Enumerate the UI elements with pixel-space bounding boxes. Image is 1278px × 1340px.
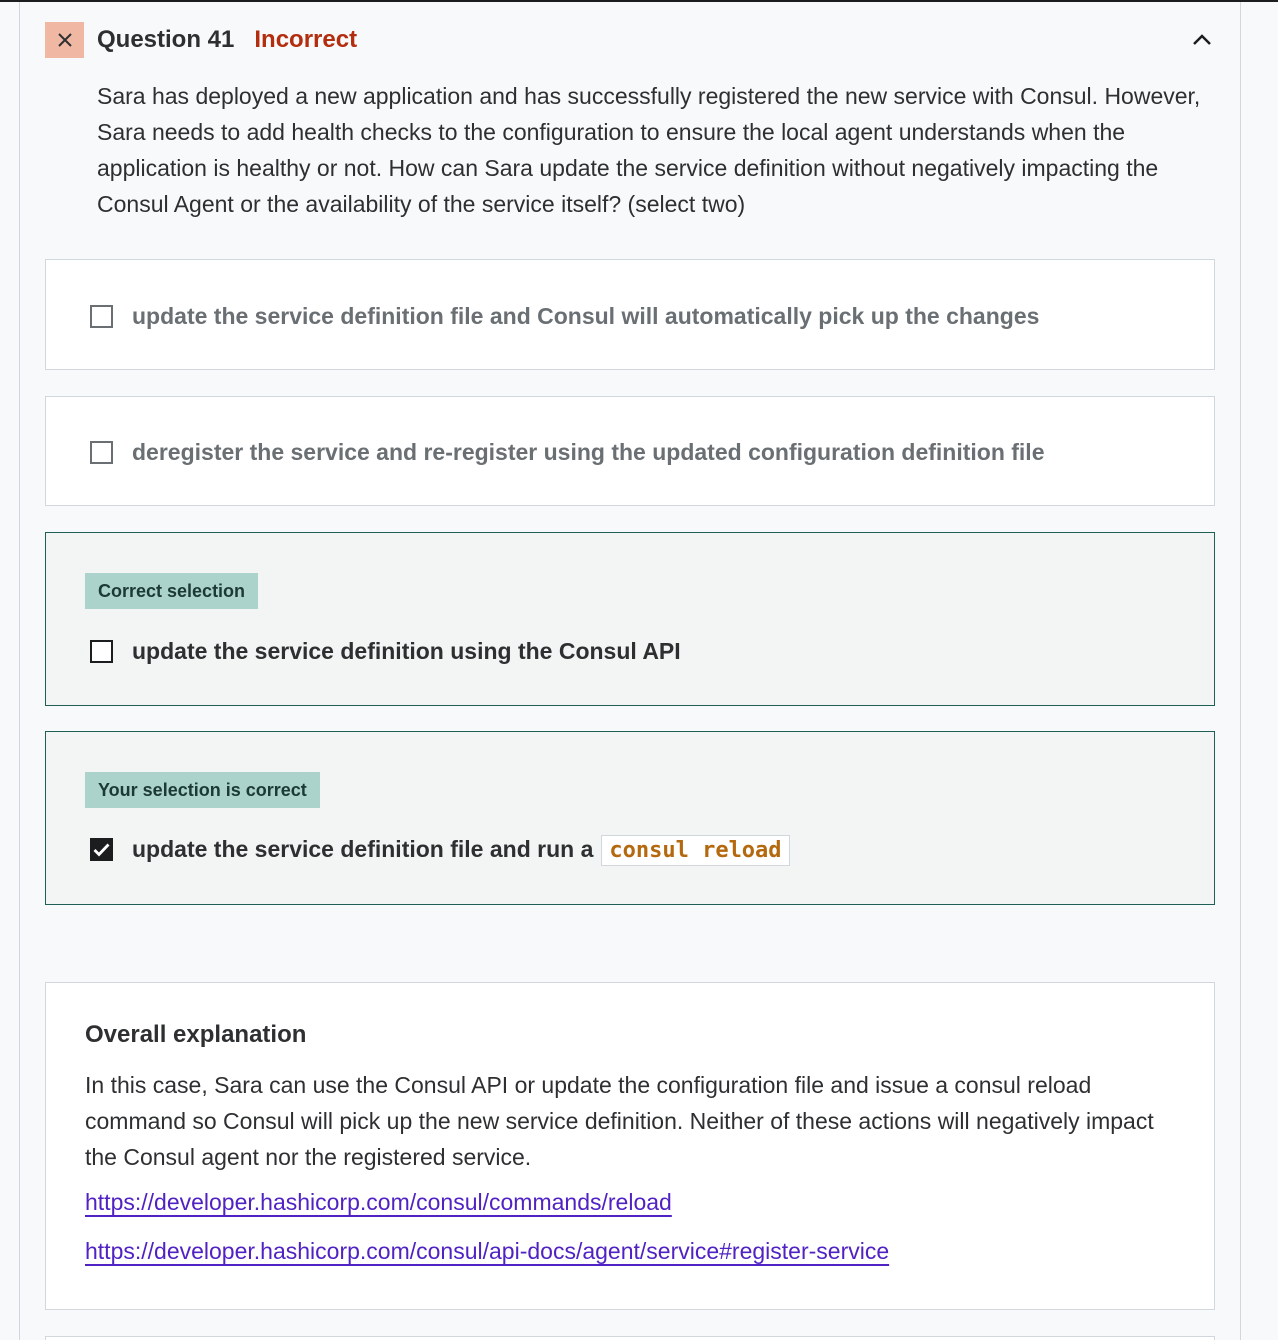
answer-label: update the service definition file and C… — [132, 303, 1040, 329]
answer-label-text: update the service definition file and r… — [132, 836, 594, 862]
question-text: Sara has deployed a new application and … — [97, 83, 1201, 217]
answer-label: update the service definition using the … — [132, 638, 681, 664]
answer-option-1[interactable]: update the service definition file and C… — [45, 259, 1215, 370]
answer-checkbox[interactable] — [90, 441, 113, 464]
answer-label: deregister the service and re-register u… — [132, 439, 1045, 465]
answer-checkbox[interactable] — [90, 640, 113, 663]
question-header: Question 41 Incorrect — [45, 22, 357, 58]
answer-option-4[interactable]: Your selection is correct update the ser… — [45, 731, 1215, 905]
checkmark-icon — [93, 843, 110, 857]
chevron-up-icon — [1193, 34, 1211, 45]
correct-selection-badge: Correct selection — [85, 573, 259, 609]
answer-option-2[interactable]: deregister the service and re-register u… — [45, 396, 1215, 506]
question-title: Question 41 — [97, 26, 235, 53]
collapse-button[interactable] — [1186, 28, 1218, 52]
question-status: Incorrect — [254, 26, 358, 53]
answer-checkbox[interactable] — [90, 305, 113, 328]
answer-label: update the service definition file and r… — [132, 835, 790, 866]
next-card-edge — [45, 1336, 1215, 1340]
overall-explanation-card: Overall explanation In this case, Sara c… — [45, 982, 1215, 1310]
reference-link-register-service[interactable]: https://developer.hashicorp.com/consul/a… — [85, 1238, 889, 1265]
consul-reload-code: consul reload — [601, 835, 790, 866]
close-icon — [57, 33, 72, 47]
reference-link-reload[interactable]: https://developer.hashicorp.com/consul/c… — [85, 1189, 672, 1216]
explanation-heading: Overall explanation — [85, 1021, 307, 1048]
answer-checkbox-checked[interactable] — [90, 838, 113, 861]
explanation-text: In this case, Sara can use the Consul AP… — [85, 1072, 1154, 1170]
your-selection-correct-badge: Your selection is correct — [85, 772, 320, 808]
incorrect-status-box — [45, 22, 84, 58]
answer-option-3[interactable]: Correct selection update the service def… — [45, 532, 1215, 706]
